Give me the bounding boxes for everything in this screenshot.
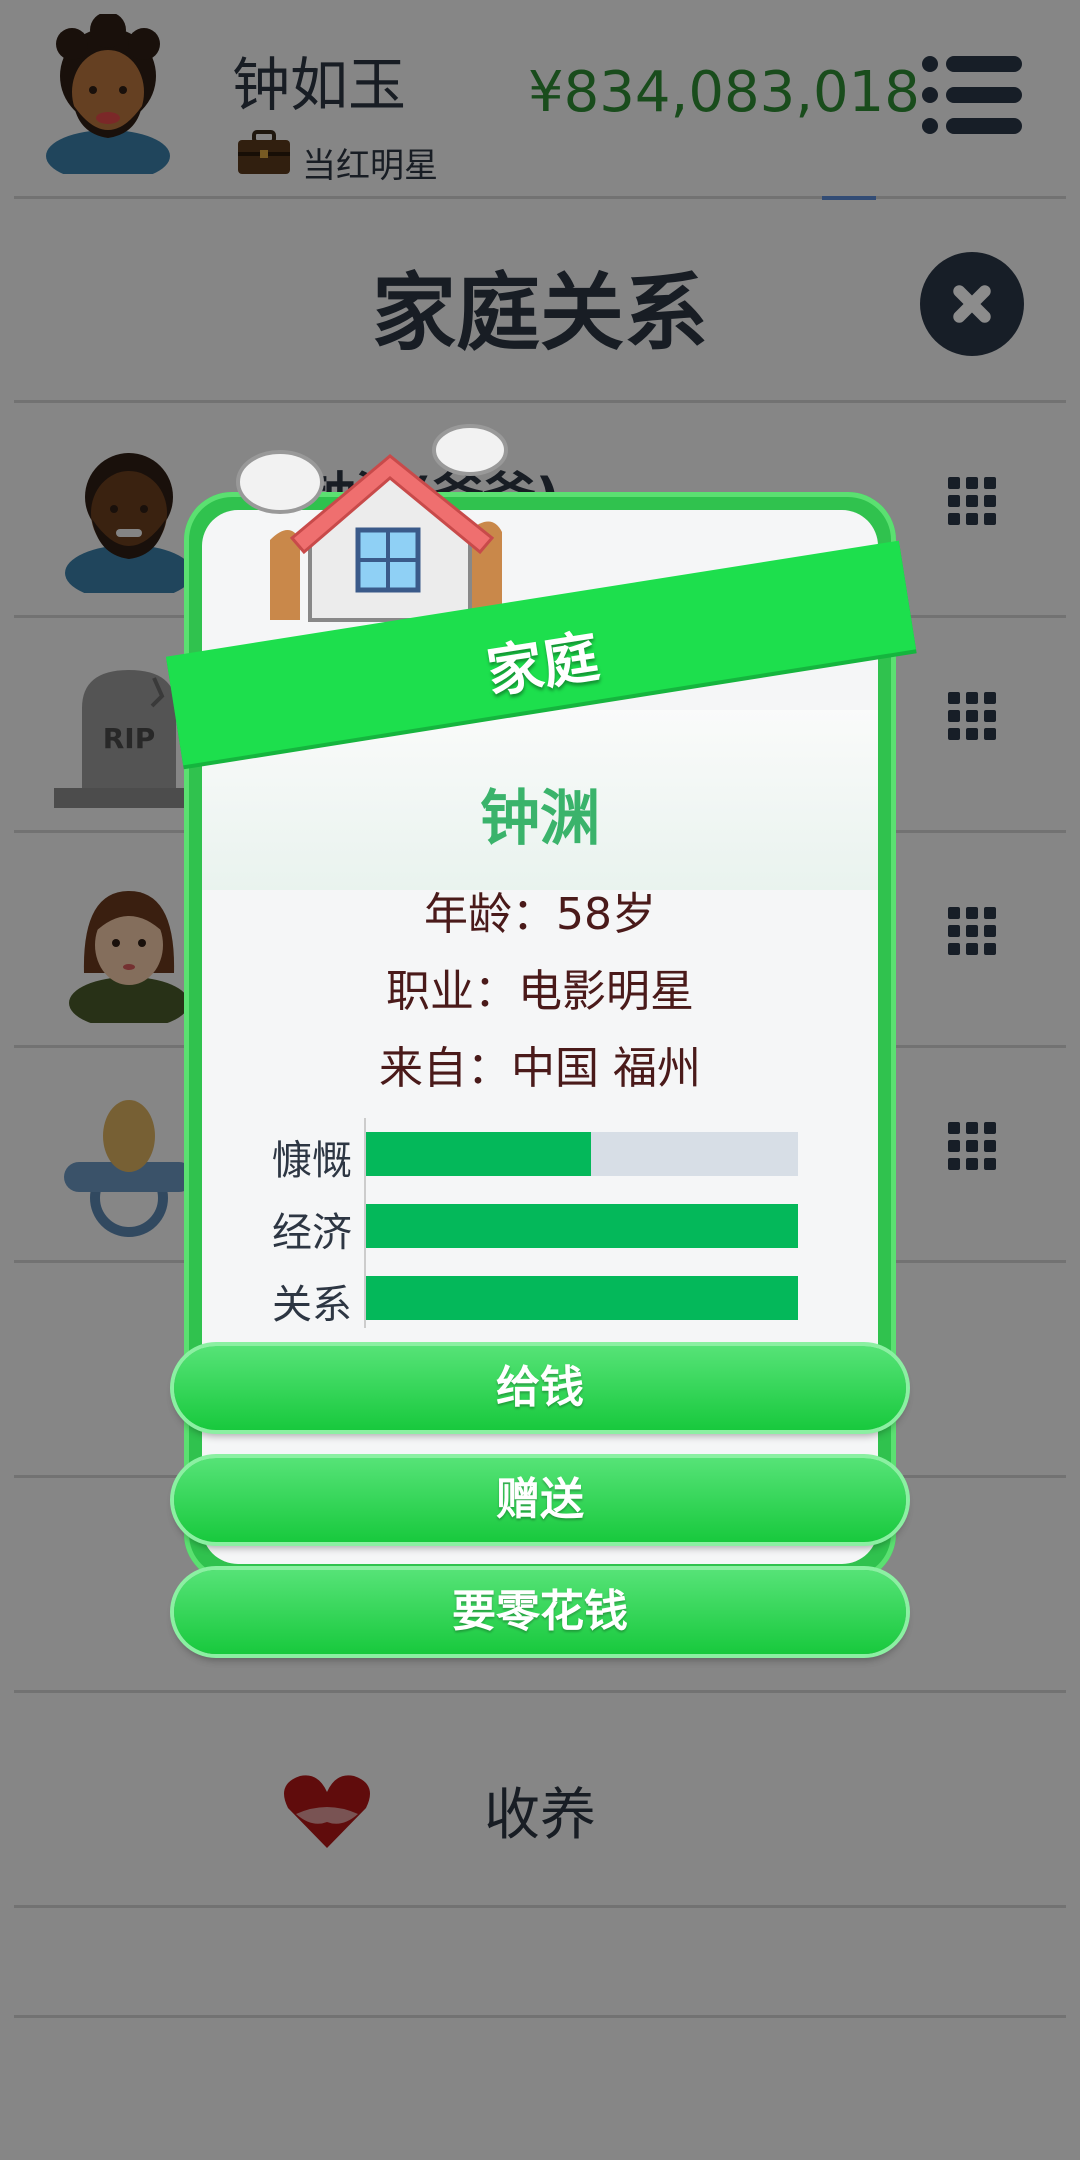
stat-bar-economy: [366, 1204, 798, 1248]
stat-label-economy: 经济: [272, 1210, 352, 1256]
person-name: 钟渊: [480, 784, 600, 854]
stat-bar-relationship: [366, 1276, 798, 1320]
person-origin: 来自：中国 福州: [379, 1043, 701, 1094]
give-money-button[interactable]: 给钱: [174, 1346, 906, 1430]
person-job: 职业：电影明星: [386, 966, 694, 1017]
stat-label-generosity: 慷慨: [272, 1138, 352, 1184]
give-gift-button[interactable]: 赠送: [174, 1458, 906, 1542]
person-age: 年龄：58岁: [424, 889, 656, 940]
stat-label-relationship: 关系: [272, 1282, 352, 1328]
stat-fill-economy: [366, 1204, 798, 1248]
stat-bar-generosity: [366, 1132, 798, 1176]
stat-fill-relationship: [366, 1276, 798, 1320]
ask-pocket-money-button[interactable]: 要零花钱: [174, 1570, 906, 1654]
stat-fill-generosity: [366, 1132, 591, 1176]
